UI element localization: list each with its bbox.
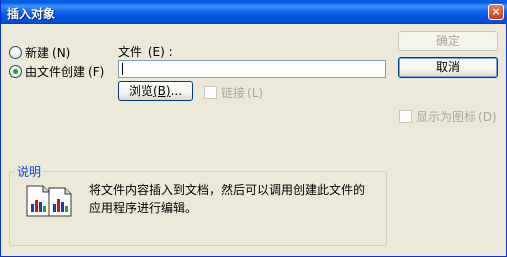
cancel-button-label: 取消 bbox=[435, 60, 460, 74]
display-as-icon-label: 显示为图标 bbox=[416, 110, 477, 124]
close-icon: × bbox=[491, 5, 501, 18]
radio-create-from-file-label: 由文件创建 bbox=[25, 65, 86, 79]
cancel-button[interactable]: 取消 bbox=[398, 57, 498, 78]
radio-create-from-file[interactable]: 由文件创建 (F) bbox=[9, 63, 104, 80]
dialog-title: 插入对象 bbox=[7, 7, 56, 21]
link-checkbox[interactable]: 链接 (L) bbox=[204, 84, 263, 101]
radio-create-new[interactable]: 新建 (N) bbox=[9, 44, 70, 61]
link-checkbox-accesskey: (L) bbox=[247, 85, 264, 100]
close-button[interactable]: × bbox=[488, 4, 504, 20]
result-groupbox-title: 说明 bbox=[15, 163, 44, 180]
link-checkbox-box[interactable] bbox=[204, 86, 217, 99]
file-label-accesskey: (E) bbox=[147, 45, 165, 59]
radio-create-new-indicator[interactable] bbox=[9, 46, 22, 59]
display-as-icon-checkbox[interactable]: 显示为图标 (D) bbox=[399, 108, 497, 125]
radio-create-from-file-accesskey: (F) bbox=[88, 64, 105, 79]
text-caret bbox=[122, 63, 123, 75]
browse-button-ellipsis: ... bbox=[170, 84, 183, 98]
radio-create-new-label: 新建 bbox=[25, 46, 50, 60]
insert-object-dialog: 插入对象 × 新建 (N) 由文件创建 (F) 文件 (E) : 浏览(B)..… bbox=[0, 0, 507, 257]
title-bar[interactable]: 插入对象 × bbox=[1, 0, 507, 24]
browse-button-accesskey: (B) bbox=[152, 84, 171, 98]
file-path-input[interactable] bbox=[118, 60, 386, 78]
display-as-icon-checkbox-box[interactable] bbox=[399, 110, 412, 123]
file-label-text: 文件 bbox=[118, 45, 143, 59]
radio-create-new-accesskey: (N) bbox=[52, 45, 71, 60]
link-checkbox-label: 链接 bbox=[221, 86, 246, 100]
radio-create-from-file-indicator[interactable] bbox=[9, 65, 22, 78]
result-description: 将文件内容插入到文档，然后可以调用创建此文件的应用程序进行编辑。 bbox=[89, 183, 366, 215]
file-label-colon: : bbox=[168, 45, 173, 59]
browse-button-label: 浏览 bbox=[128, 84, 153, 98]
document-with-chart-icon bbox=[26, 185, 72, 217]
display-as-icon-accesskey: (D) bbox=[478, 109, 497, 124]
ok-button[interactable]: 确定 bbox=[398, 31, 498, 51]
ok-button-label: 确定 bbox=[435, 34, 460, 48]
file-label: 文件 (E) : bbox=[118, 43, 173, 60]
browse-button[interactable]: 浏览(B)... bbox=[118, 81, 193, 101]
